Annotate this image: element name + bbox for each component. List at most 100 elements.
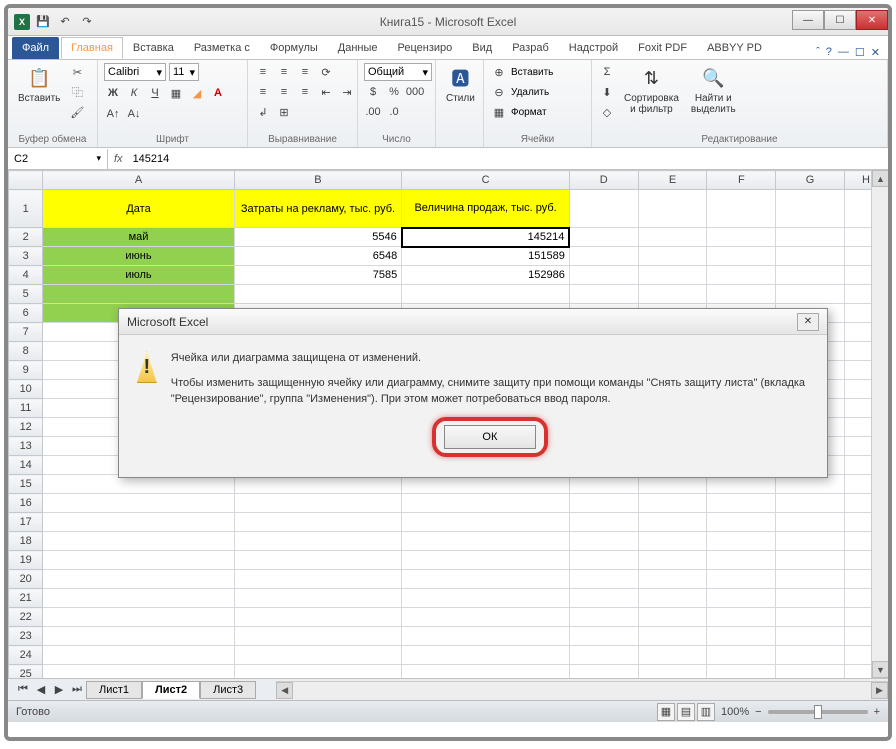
tab-developer[interactable]: Разраб bbox=[502, 37, 559, 59]
view-normal-icon[interactable]: ▦ bbox=[657, 703, 675, 721]
row-header[interactable]: 1 bbox=[9, 190, 43, 228]
cell[interactable]: 6548 bbox=[234, 247, 402, 266]
col-header[interactable]: C bbox=[402, 171, 570, 190]
col-header[interactable]: E bbox=[638, 171, 707, 190]
cell[interactable]: июль bbox=[43, 266, 234, 285]
align-mid-icon[interactable]: ≡ bbox=[275, 63, 293, 81]
fill-color-icon[interactable]: ◢ bbox=[188, 84, 206, 102]
cell-selected[interactable]: 145214 bbox=[402, 228, 570, 247]
percent-icon[interactable]: % bbox=[385, 83, 403, 101]
shrink-font-icon[interactable]: A↓ bbox=[125, 105, 143, 123]
italic-icon[interactable]: К bbox=[125, 84, 143, 102]
col-header[interactable]: G bbox=[776, 171, 845, 190]
zoom-slider[interactable] bbox=[768, 710, 868, 714]
row-header[interactable]: 24 bbox=[9, 646, 43, 665]
wrap-text-icon[interactable]: ↲ bbox=[254, 103, 272, 121]
cut-icon[interactable]: ✂ bbox=[68, 63, 86, 81]
row-header[interactable]: 9 bbox=[9, 361, 43, 380]
row-header[interactable]: 18 bbox=[9, 532, 43, 551]
cell[interactable]: июнь bbox=[43, 247, 234, 266]
cells-format[interactable]: ▦Формат bbox=[490, 103, 553, 121]
row-header[interactable]: 10 bbox=[9, 380, 43, 399]
cell[interactable]: Величина продаж, тыс. руб. bbox=[402, 190, 570, 228]
cell[interactable]: 7585 bbox=[234, 266, 402, 285]
row-header[interactable]: 8 bbox=[9, 342, 43, 361]
view-layout-icon[interactable]: ▤ bbox=[677, 703, 695, 721]
currency-icon[interactable]: $ bbox=[364, 83, 382, 101]
fx-icon[interactable]: fx bbox=[108, 153, 129, 165]
close-button[interactable]: ✕ bbox=[856, 10, 888, 30]
select-all-corner[interactable] bbox=[9, 171, 43, 190]
cell[interactable]: 5546 bbox=[234, 228, 402, 247]
redo-icon[interactable]: ↷ bbox=[78, 13, 96, 31]
sheet-tab[interactable]: Лист2 bbox=[142, 681, 200, 699]
indent-dec-icon[interactable]: ⇤ bbox=[317, 83, 335, 101]
sheet-tab[interactable]: Лист3 bbox=[200, 681, 256, 699]
merge-icon[interactable]: ⊞ bbox=[275, 103, 293, 121]
cell[interactable]: 152986 bbox=[402, 266, 570, 285]
row-header[interactable]: 22 bbox=[9, 608, 43, 627]
doc-min-icon[interactable]: — bbox=[838, 46, 849, 59]
clear-icon[interactable]: ◇ bbox=[598, 103, 616, 121]
cell[interactable]: Затраты на рекламу, тыс. руб. bbox=[234, 190, 402, 228]
indent-inc-icon[interactable]: ⇥ bbox=[338, 83, 356, 101]
cell[interactable]: 151589 bbox=[402, 247, 570, 266]
sheet-tab[interactable]: Лист1 bbox=[86, 681, 142, 699]
tab-nav-prev-icon[interactable]: ◀ bbox=[32, 681, 50, 699]
col-header[interactable]: B bbox=[234, 171, 402, 190]
vertical-scrollbar[interactable]: ▲ ▼ bbox=[871, 170, 888, 678]
number-format[interactable]: Общий▾ bbox=[364, 63, 432, 81]
cells-insert[interactable]: ⊕Вставить bbox=[490, 63, 553, 81]
align-top-icon[interactable]: ≡ bbox=[254, 63, 272, 81]
tab-nav-first-icon[interactable]: ⏮ bbox=[14, 681, 32, 699]
row-header[interactable]: 11 bbox=[9, 399, 43, 418]
formula-input[interactable]: 145214 bbox=[129, 153, 888, 165]
scroll-down-icon[interactable]: ▼ bbox=[872, 661, 888, 678]
copy-icon[interactable]: ⿻ bbox=[68, 83, 86, 101]
align-left-icon[interactable]: ≡ bbox=[254, 83, 272, 101]
row-header[interactable]: 2 bbox=[9, 228, 43, 247]
paste-button[interactable]: 📋Вставить bbox=[14, 63, 64, 106]
border-icon[interactable]: ▦ bbox=[167, 84, 185, 102]
font-name[interactable]: Calibri▾ bbox=[104, 63, 166, 81]
doc-max-icon[interactable]: ☐ bbox=[855, 46, 865, 59]
scroll-up-icon[interactable]: ▲ bbox=[872, 170, 888, 187]
row-header[interactable]: 3 bbox=[9, 247, 43, 266]
font-color-icon[interactable]: A bbox=[209, 84, 227, 102]
format-painter-icon[interactable]: 🖌 bbox=[68, 103, 86, 121]
row-header[interactable]: 7 bbox=[9, 323, 43, 342]
name-box[interactable]: C2▾ bbox=[8, 149, 108, 169]
underline-icon[interactable]: Ч bbox=[146, 84, 164, 102]
minimize-button[interactable]: — bbox=[792, 10, 824, 30]
col-header[interactable]: D bbox=[569, 171, 638, 190]
row-header[interactable]: 21 bbox=[9, 589, 43, 608]
align-center-icon[interactable]: ≡ bbox=[275, 83, 293, 101]
tab-insert[interactable]: Вставка bbox=[123, 37, 184, 59]
scroll-right-icon[interactable]: ▶ bbox=[871, 682, 888, 699]
row-header[interactable]: 5 bbox=[9, 285, 43, 304]
row-header[interactable]: 14 bbox=[9, 456, 43, 475]
zoom-out-icon[interactable]: − bbox=[755, 706, 761, 718]
align-right-icon[interactable]: ≡ bbox=[296, 83, 314, 101]
inc-decimal-icon[interactable]: .00 bbox=[364, 103, 382, 121]
row-header[interactable]: 19 bbox=[9, 551, 43, 570]
ok-button[interactable]: ОК bbox=[444, 425, 536, 449]
comma-icon[interactable]: 000 bbox=[406, 83, 424, 101]
ribbon-minimize-icon[interactable]: ˆ bbox=[816, 46, 820, 59]
fill-icon[interactable]: ⬇ bbox=[598, 83, 616, 101]
view-break-icon[interactable]: ▥ bbox=[697, 703, 715, 721]
tab-home[interactable]: Главная bbox=[61, 37, 123, 59]
save-icon[interactable]: 💾 bbox=[34, 13, 52, 31]
styles-button[interactable]: 🅰Стили bbox=[442, 63, 479, 106]
find-select-button[interactable]: 🔍Найти и выделить bbox=[687, 63, 740, 117]
tab-formulas[interactable]: Формулы bbox=[260, 37, 328, 59]
row-header[interactable]: 25 bbox=[9, 665, 43, 679]
row-header[interactable]: 4 bbox=[9, 266, 43, 285]
doc-close-icon[interactable]: ✕ bbox=[871, 46, 880, 59]
row-header[interactable]: 23 bbox=[9, 627, 43, 646]
tab-foxit[interactable]: Foxit PDF bbox=[628, 37, 697, 59]
help-icon[interactable]: ? bbox=[826, 46, 832, 59]
zoom-in-icon[interactable]: + bbox=[874, 706, 880, 718]
orientation-icon[interactable]: ⟳ bbox=[317, 63, 335, 81]
grow-font-icon[interactable]: A↑ bbox=[104, 105, 122, 123]
